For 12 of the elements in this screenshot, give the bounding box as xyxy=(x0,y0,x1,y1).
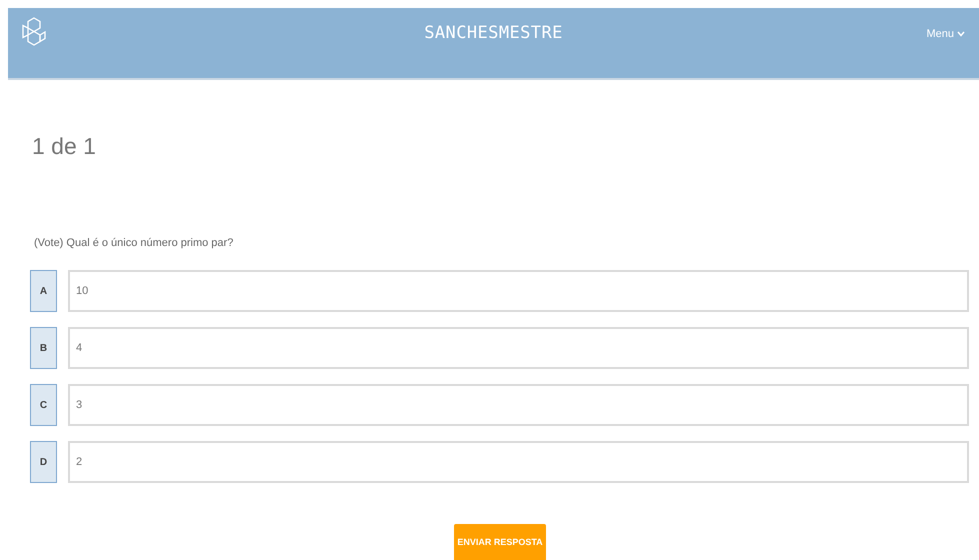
question-counter: 1 de 1 xyxy=(32,132,97,161)
site-title: SANCHESMESTRE xyxy=(424,22,563,45)
option-letter[interactable]: B xyxy=(30,327,57,369)
option-letter[interactable]: D xyxy=(30,441,57,483)
answer-field[interactable]: 2 xyxy=(68,441,969,483)
question-text: (Vote) Qual é o único número primo par? xyxy=(34,236,234,250)
answer-field[interactable]: 4 xyxy=(68,327,969,369)
option-letter[interactable]: C xyxy=(30,384,57,426)
option-letter[interactable]: A xyxy=(30,270,57,312)
chevron-down-icon xyxy=(957,31,965,38)
answer-field[interactable]: 10 xyxy=(68,270,969,312)
answer-field[interactable]: 3 xyxy=(68,384,969,426)
